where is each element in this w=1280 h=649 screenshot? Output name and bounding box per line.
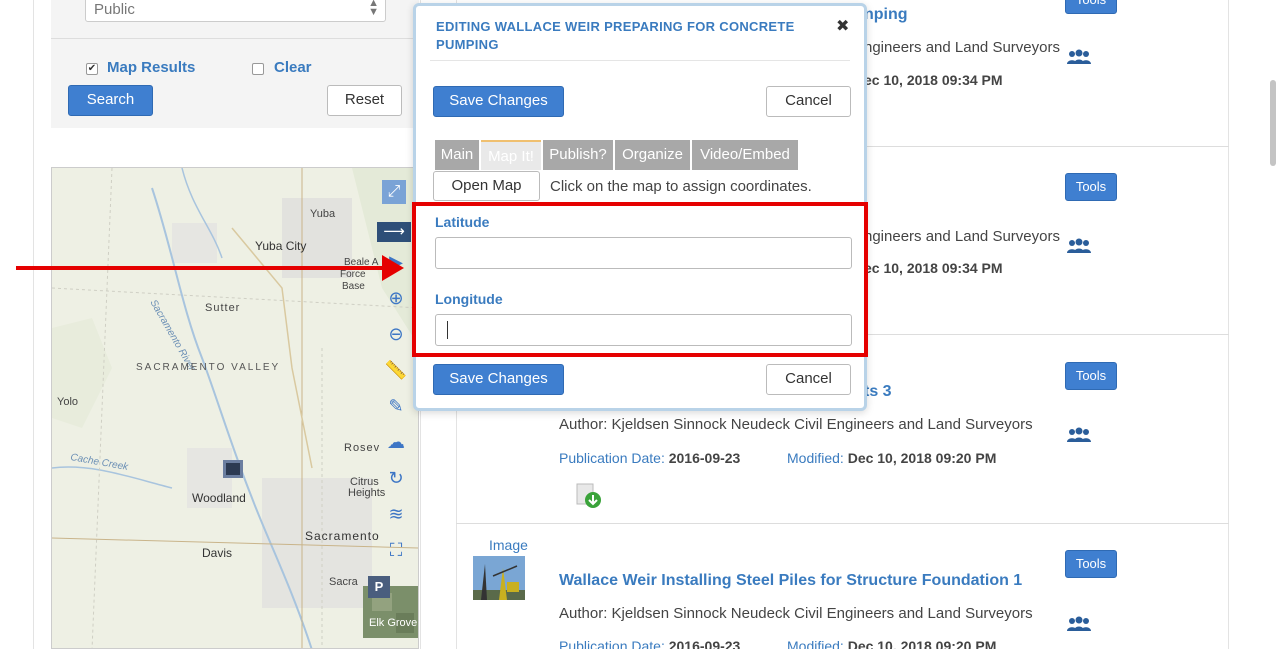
scrollbar[interactable]: [1270, 80, 1276, 166]
clear-checkbox[interactable]: [252, 63, 264, 75]
select-arrows-icon: ▲ ▼: [368, 0, 379, 18]
fullscreen-icon[interactable]: ⛶: [382, 536, 410, 564]
map-label-sutter: Sutter: [205, 302, 241, 314]
result-title[interactable]: nping: [864, 6, 908, 24]
tab-video-embed[interactable]: Video/Embed: [692, 140, 798, 170]
map-results-checkbox[interactable]: ✔: [86, 63, 98, 75]
tab-publish[interactable]: Publish?: [543, 140, 613, 170]
result-thumbnail[interactable]: [473, 556, 525, 600]
modified-label: Modified:: [787, 638, 844, 649]
result-modified: ec 10, 2018 09:34 PM: [864, 260, 1003, 276]
group-icon[interactable]: [1066, 616, 1092, 632]
expand-icon[interactable]: ⤢: [382, 180, 406, 204]
tab-map-it[interactable]: Map It!: [481, 140, 541, 170]
modified-label: Modified:: [787, 450, 844, 466]
zoom-out-icon[interactable]: ⊖: [382, 320, 410, 348]
zoom-in-icon[interactable]: ⊕: [382, 284, 410, 312]
map-label-davis: Davis: [202, 546, 233, 560]
modified-value: Dec 10, 2018 09:20 PM: [847, 638, 997, 649]
tab-organize[interactable]: Organize: [615, 140, 690, 170]
highlight-box: [412, 202, 868, 357]
group-icon[interactable]: [1066, 427, 1092, 443]
tools-button[interactable]: Tools: [1065, 0, 1117, 14]
clear-label[interactable]: Clear: [274, 59, 312, 76]
map-instruction: Click on the map to assign coordinates.: [550, 178, 812, 195]
close-icon[interactable]: ✖: [836, 16, 849, 36]
save-changes-button[interactable]: Save Changes: [433, 86, 564, 117]
tab-main[interactable]: Main: [435, 140, 479, 170]
open-map-button[interactable]: Open Map: [433, 171, 540, 201]
ruler-icon[interactable]: 📏: [382, 356, 410, 384]
result-modified: Modified: Dec 10, 2018 09:20 PM: [787, 450, 996, 466]
result-title[interactable]: ts 3: [864, 383, 892, 401]
tools-button[interactable]: Tools: [1065, 173, 1117, 201]
result-author: ngineers and Land Surveyors: [864, 228, 1060, 245]
refresh-icon[interactable]: ↻: [382, 464, 410, 492]
map-label-woodland: Woodland: [192, 491, 246, 505]
map-view[interactable]: Yuba Yuba City Beale A Force Base Sutter…: [51, 167, 419, 649]
map-label-base: Base: [342, 281, 365, 292]
page: Public ▲ ▼ ✔ Map Results Clear Search Res…: [0, 0, 1280, 649]
map-results-label[interactable]: Map Results: [107, 59, 195, 76]
reset-button[interactable]: Reset: [327, 85, 402, 116]
parking-badge: P: [368, 576, 390, 598]
result-publication-date: Publication Date: 2016-09-23: [559, 450, 740, 466]
search-button[interactable]: Search: [68, 85, 153, 116]
result-modified: Modified: Dec 10, 2018 09:20 PM: [787, 638, 996, 649]
result-author: Author: Kjeldsen Sinnock Neudeck Civil E…: [559, 416, 1033, 433]
result-modified: ec 10, 2018 09:34 PM: [864, 72, 1003, 88]
result-author: Author: Kjeldsen Sinnock Neudeck Civil E…: [559, 605, 1033, 622]
cancel-button-bottom[interactable]: Cancel: [766, 364, 851, 395]
map-basemap: [52, 168, 418, 648]
visibility-select[interactable]: Public ▲ ▼: [85, 0, 386, 22]
map-label-sacramento: Sacramento: [305, 529, 380, 543]
annotation-arrow-shaft: [16, 266, 386, 270]
map-label-rosev: Rosev: [344, 442, 381, 454]
map-label-yuba-city: Yuba City: [255, 239, 307, 253]
map-label-elk-grove: Elk Grove: [369, 617, 418, 629]
modal-title: EDITING WALLACE WEIR PREPARING FOR CONCR…: [436, 19, 795, 52]
map-label-yuba: Yuba: [310, 208, 336, 220]
tools-button[interactable]: Tools: [1065, 550, 1117, 578]
save-changes-button-bottom[interactable]: Save Changes: [433, 364, 564, 395]
divider: [51, 38, 419, 39]
result-publication-date: Publication Date: 2016-09-23: [559, 638, 740, 649]
map-label-heights: Heights: [348, 487, 386, 499]
arrow-right-icon[interactable]: ⟶: [377, 222, 411, 242]
download-icon[interactable]: [576, 483, 602, 509]
tools-button[interactable]: Tools: [1065, 362, 1117, 390]
cloud-upload-icon[interactable]: ☁: [382, 428, 410, 456]
group-icon[interactable]: [1066, 49, 1092, 65]
map-label-yolo: Yolo: [57, 396, 79, 408]
annotation-arrow-head: [382, 255, 404, 281]
result-type-label: Image: [489, 537, 528, 553]
publication-date-label: Publication Date:: [559, 638, 665, 649]
cancel-button[interactable]: Cancel: [766, 86, 851, 117]
pencil-icon[interactable]: ✎: [382, 392, 410, 420]
publication-date-value: 2016-09-23: [668, 638, 741, 649]
map-label-force: Force: [340, 269, 366, 280]
publication-date-value: 2016-09-23: [668, 450, 741, 466]
row-divider: [456, 523, 1229, 524]
map-label-sacra: Sacra: [329, 576, 358, 588]
group-icon[interactable]: [1066, 238, 1092, 254]
layers-icon[interactable]: ≋: [382, 500, 410, 528]
modal-divider: [430, 60, 850, 61]
result-title[interactable]: Wallace Weir Installing Steel Piles for …: [559, 572, 1022, 590]
modified-value: Dec 10, 2018 09:20 PM: [847, 450, 997, 466]
visibility-select-value: Public: [94, 1, 135, 18]
result-author: ngineers and Land Surveyors: [864, 39, 1060, 56]
publication-date-label: Publication Date:: [559, 450, 665, 466]
map-label-sacramento-valley: SACRAMENTO VALLEY: [136, 362, 281, 373]
